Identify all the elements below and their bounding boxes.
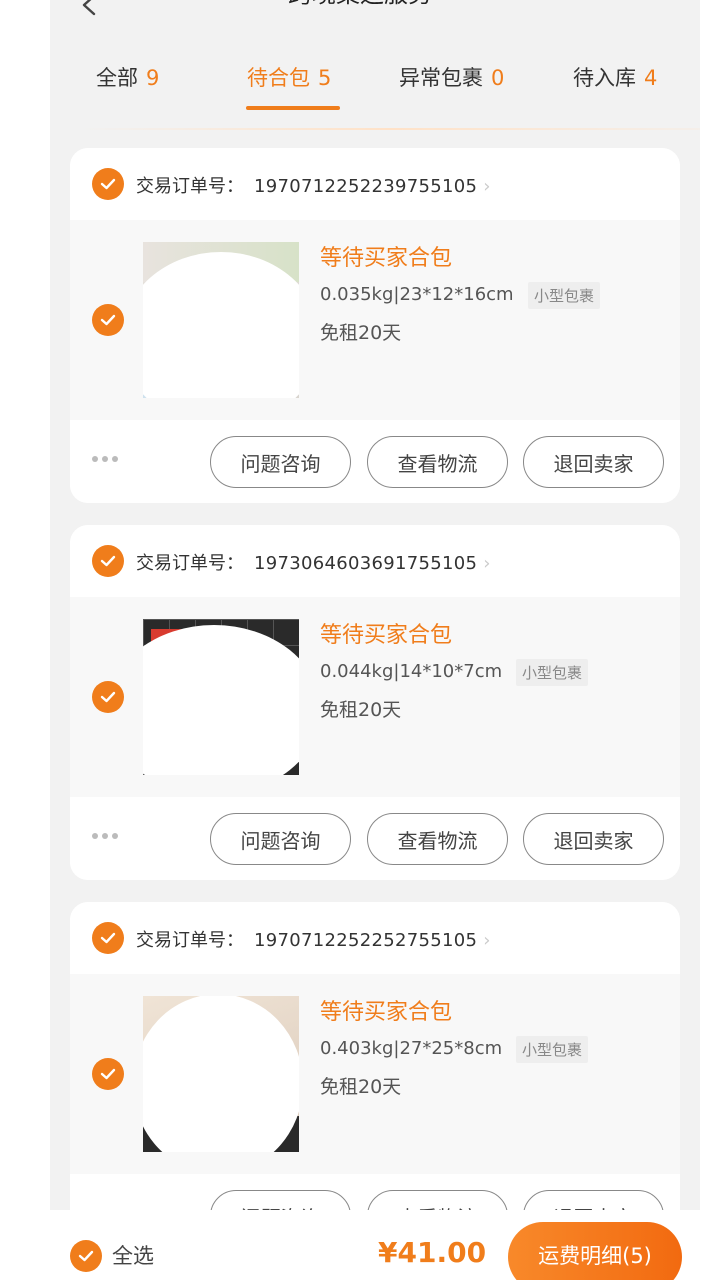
order-number: 1970712252252755105 bbox=[254, 930, 478, 951]
total-amount: ¥41.00 bbox=[378, 1236, 487, 1269]
package-status: 等待买家合包 bbox=[320, 1000, 453, 1025]
return-to-seller-button[interactable]: 退回卖家 bbox=[523, 813, 664, 865]
order-header: 交易订单号： 1970712252252755105 › bbox=[70, 902, 680, 974]
consult-button[interactable]: 问题咨询 bbox=[210, 436, 351, 488]
tab-divider bbox=[80, 128, 700, 130]
package-checkbox[interactable] bbox=[92, 304, 124, 336]
order-checkbox[interactable] bbox=[92, 922, 124, 954]
check-icon bbox=[100, 314, 116, 326]
order-number-label: 交易订单号： bbox=[136, 176, 244, 197]
tab-pending-inbound[interactable]: 待入库 4 bbox=[573, 62, 657, 92]
check-icon bbox=[100, 691, 116, 703]
product-thumbnail[interactable] bbox=[143, 619, 299, 775]
order-checkbox[interactable] bbox=[92, 168, 124, 200]
free-storage-text: 免租20天 bbox=[320, 322, 402, 344]
check-icon bbox=[100, 932, 116, 944]
select-all-label[interactable]: 全选 bbox=[112, 1240, 154, 1270]
package-spec: 0.403kg|27*25*8cm bbox=[320, 1038, 503, 1059]
consult-button[interactable]: 问题咨询 bbox=[210, 813, 351, 865]
package-size-tag: 小型包裹 bbox=[516, 1036, 589, 1063]
return-to-seller-button[interactable]: 退回卖家 bbox=[523, 436, 664, 488]
tab-label: 待合包 bbox=[247, 66, 310, 90]
package-size-tag: 小型包裹 bbox=[516, 659, 589, 686]
package-body: 等待买家合包 0.403kg|27*25*8cm 小型包裹 免租20天 bbox=[70, 974, 680, 1174]
tab-pending-merge[interactable]: 待合包 5 bbox=[247, 62, 331, 92]
order-number-label: 交易订单号： bbox=[136, 553, 244, 574]
package-size-tag: 小型包裹 bbox=[528, 282, 601, 309]
order-checkbox[interactable] bbox=[92, 545, 124, 577]
order-number: 1970712252239755105 bbox=[254, 176, 478, 197]
order-card: 交易订单号： 1970712252239755105 › 等待买家合包 0.035k… bbox=[70, 148, 680, 503]
tab-label: 全部 bbox=[96, 66, 138, 90]
top-bar: 跨境集运服务 bbox=[0, 0, 720, 20]
free-storage-text: 免租20天 bbox=[320, 699, 402, 721]
order-number-label: 交易订单号： bbox=[136, 930, 244, 951]
page-title: 跨境集运服务 bbox=[0, 0, 720, 9]
product-thumbnail[interactable] bbox=[143, 242, 299, 398]
product-thumbnail[interactable] bbox=[143, 996, 299, 1152]
chevron-right-icon: › bbox=[483, 553, 491, 574]
tab-count: 4 bbox=[644, 66, 658, 90]
free-storage-text: 免租20天 bbox=[320, 1076, 402, 1098]
order-card: 交易订单号： 1973064603691755105 › 等待买家合包 0.044k… bbox=[70, 525, 680, 880]
check-icon bbox=[100, 555, 116, 567]
tab-all[interactable]: 全部 9 bbox=[96, 62, 159, 92]
order-header: 交易订单号： 1973064603691755105 › bbox=[70, 525, 680, 597]
card-actions: 问题咨询 查看物流 退回卖家 bbox=[70, 420, 680, 503]
more-icon[interactable] bbox=[92, 456, 118, 462]
order-number: 1973064603691755105 bbox=[254, 553, 478, 574]
package-status: 等待买家合包 bbox=[320, 246, 453, 271]
shipping-fee-details-button[interactable]: 运费明细(5) bbox=[508, 1222, 682, 1280]
package-spec: 0.044kg|14*10*7cm bbox=[320, 661, 503, 682]
active-tab-indicator bbox=[246, 106, 340, 110]
check-icon bbox=[100, 1068, 116, 1080]
order-header: 交易订单号： 1970712252239755105 › bbox=[70, 148, 680, 220]
bottom-bar: 全选 ¥41.00 运费明细(5) bbox=[50, 1210, 700, 1280]
package-checkbox[interactable] bbox=[92, 681, 124, 713]
tab-count: 0 bbox=[491, 66, 505, 90]
view-logistics-button[interactable]: 查看物流 bbox=[367, 436, 508, 488]
package-body: 等待买家合包 0.044kg|14*10*7cm 小型包裹 免租20天 bbox=[70, 597, 680, 797]
view-logistics-button[interactable]: 查看物流 bbox=[367, 813, 508, 865]
package-status: 等待买家合包 bbox=[320, 623, 453, 648]
chevron-right-icon: › bbox=[483, 176, 491, 197]
card-actions: 问题咨询 查看物流 退回卖家 bbox=[70, 797, 680, 880]
check-icon bbox=[100, 178, 116, 190]
order-number-link[interactable]: 交易订单号： 1973064603691755105 › bbox=[136, 549, 491, 575]
tab-abnormal[interactable]: 异常包裹 0 bbox=[399, 62, 504, 92]
order-card: 交易订单号： 1970712252252755105 › 等待买家合包 0.403k… bbox=[70, 902, 680, 1257]
tab-count: 9 bbox=[146, 66, 160, 90]
check-icon bbox=[78, 1250, 94, 1262]
more-icon[interactable] bbox=[92, 833, 118, 839]
select-all-checkbox[interactable] bbox=[70, 1240, 102, 1272]
package-body: 等待买家合包 0.035kg|23*12*16cm 小型包裹 免租20天 bbox=[70, 220, 680, 420]
tab-bar: 全部 9 待合包 5 异常包裹 0 待入库 4 bbox=[50, 40, 700, 132]
tab-label: 待入库 bbox=[573, 66, 636, 90]
package-checkbox[interactable] bbox=[92, 1058, 124, 1090]
tab-label: 异常包裹 bbox=[399, 66, 483, 90]
order-number-link[interactable]: 交易订单号： 1970712252252755105 › bbox=[136, 926, 491, 952]
tab-count: 5 bbox=[318, 66, 332, 90]
order-number-link[interactable]: 交易订单号： 1970712252239755105 › bbox=[136, 172, 491, 198]
chevron-right-icon: › bbox=[483, 930, 491, 951]
package-spec: 0.035kg|23*12*16cm bbox=[320, 284, 514, 305]
